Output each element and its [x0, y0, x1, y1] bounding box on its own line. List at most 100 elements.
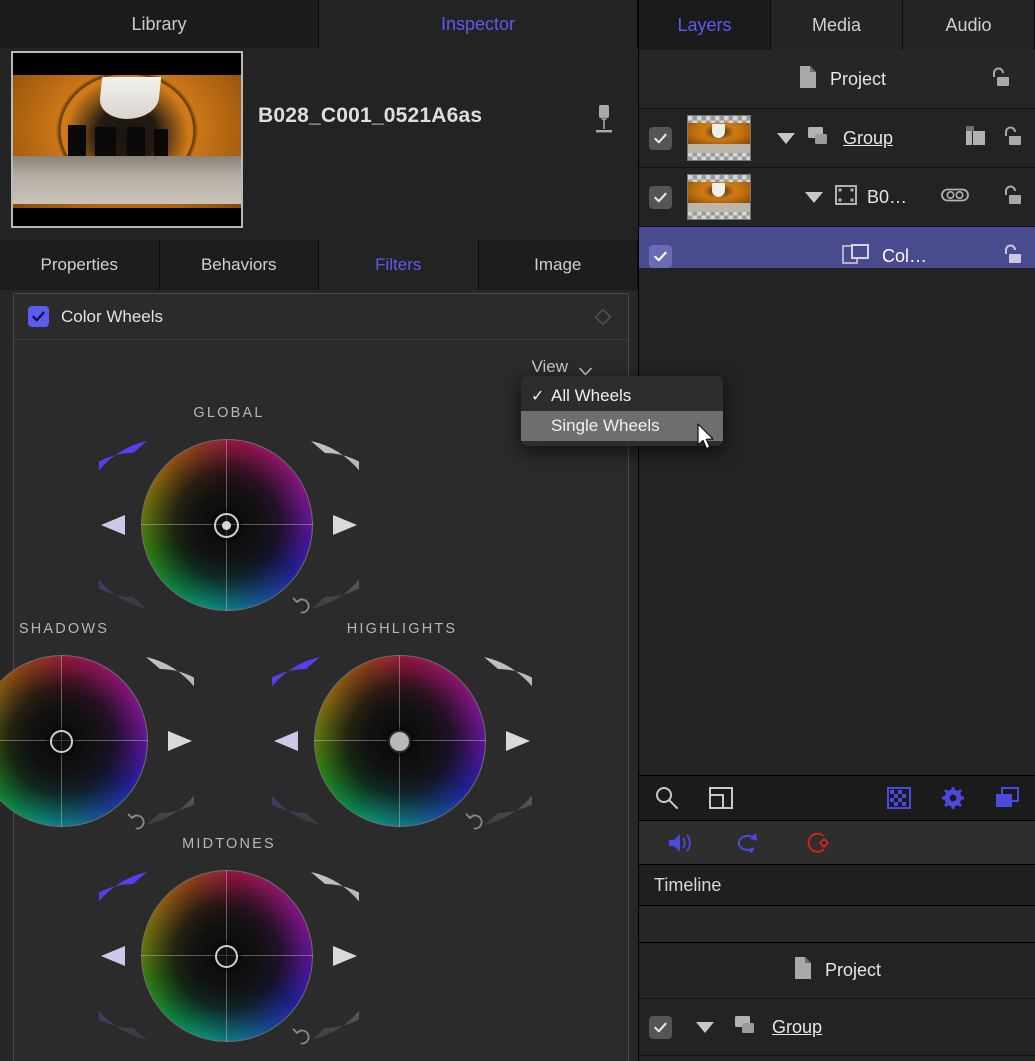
- layer-row-filter-label[interactable]: Col…: [882, 246, 927, 267]
- checkmark-icon: ✓: [531, 386, 551, 406]
- layer-row-group-label[interactable]: Group: [843, 128, 893, 149]
- tab-behaviors-label: Behaviors: [201, 255, 277, 275]
- tab-layers-label: Layers: [677, 15, 731, 36]
- diamond-keyframe-icon[interactable]: [594, 308, 612, 326]
- color-wheel-shadows-label: SHADOWS: [19, 621, 109, 637]
- color-wheel-midtones[interactable]: MIDTONES: [99, 836, 359, 1046]
- color-puck-highlights[interactable]: [388, 730, 411, 753]
- timeline-ruler-area[interactable]: [639, 906, 1035, 943]
- link-icon[interactable]: [941, 187, 969, 208]
- unlock-icon[interactable]: [999, 183, 1023, 212]
- color-wheel-global-label: GLOBAL: [193, 405, 264, 421]
- pin-icon[interactable]: [590, 102, 618, 136]
- reset-arrow-icon[interactable]: [291, 1024, 313, 1046]
- layer-list: Project Group: [639, 50, 1035, 286]
- view-dropdown-menu[interactable]: ✓ All Wheels Single Wheels: [521, 376, 723, 446]
- film-icon: [835, 184, 857, 211]
- layer-row-project[interactable]: Project: [639, 50, 1035, 109]
- record-shape-icon[interactable]: [803, 829, 831, 857]
- layers-toolbar-secondary: [639, 821, 1035, 865]
- tab-image-label: Image: [534, 255, 581, 275]
- search-icon[interactable]: [653, 784, 681, 812]
- menu-item-all-wheels-label: All Wheels: [551, 386, 631, 406]
- layer-visibility-checkbox[interactable]: [649, 186, 672, 209]
- tab-behaviors[interactable]: Behaviors: [160, 240, 320, 290]
- unlock-icon[interactable]: [987, 65, 1011, 94]
- color-wheel-highlights[interactable]: HIGHLIGHTS: [272, 621, 532, 831]
- tab-library[interactable]: Library: [0, 0, 319, 48]
- tab-properties[interactable]: Properties: [0, 240, 160, 290]
- timeline-row-project-label: Project: [825, 960, 881, 981]
- timeline-visibility-checkbox[interactable]: [649, 1016, 672, 1039]
- clip-title: B028_C001_0521A6as: [258, 104, 482, 128]
- disclosure-triangle-icon[interactable]: [777, 133, 795, 144]
- inspector-sub-tabs: Properties Behaviors Filters Image: [0, 240, 638, 290]
- inspector-top-tabs: Library Inspector: [0, 0, 638, 48]
- filter-name: Color Wheels: [61, 307, 163, 327]
- mask-icon[interactable]: [965, 125, 987, 152]
- layer-row-clip-label[interactable]: B0…: [867, 187, 907, 208]
- layer-visibility-checkbox[interactable]: [649, 245, 672, 268]
- filter-icon: [842, 242, 872, 271]
- menu-item-all-wheels[interactable]: ✓ All Wheels: [521, 381, 723, 411]
- timeline-row-group-label[interactable]: Group: [772, 1017, 822, 1038]
- timeline-row-group[interactable]: Group: [639, 1000, 1035, 1056]
- color-puck-midtones[interactable]: [215, 945, 238, 968]
- layers-panel-tabs: Layers Media Audio: [639, 0, 1035, 50]
- timeline-header: Timeline: [639, 865, 1035, 906]
- frame-icon[interactable]: [707, 784, 735, 812]
- layer-row-project-label: Project: [830, 69, 886, 90]
- timeline-row-project[interactable]: Project: [639, 943, 1035, 999]
- tab-inspector-label: Inspector: [441, 14, 515, 35]
- disclosure-triangle-icon[interactable]: [696, 1022, 714, 1033]
- filter-enable-checkbox[interactable]: [28, 306, 49, 327]
- checkerboard-icon[interactable]: [885, 784, 913, 812]
- loop-icon[interactable]: [735, 829, 763, 857]
- color-puck-shadows[interactable]: [50, 730, 73, 753]
- tab-properties-label: Properties: [41, 255, 118, 275]
- layer-row-clip[interactable]: B0…: [639, 168, 1035, 227]
- reset-arrow-icon[interactable]: [464, 809, 486, 831]
- motion-app-window: Library Inspector B028_C001_0521A6as: [0, 0, 1035, 1061]
- layer-thumbnail: [687, 174, 751, 220]
- thumbnail-image: [13, 53, 241, 226]
- gear-icon[interactable]: [939, 784, 967, 812]
- tab-media[interactable]: Media: [771, 0, 903, 50]
- filter-header: Color Wheels: [14, 294, 628, 340]
- tab-filters[interactable]: Filters: [319, 240, 479, 290]
- menu-item-single-wheels-label: Single Wheels: [551, 416, 660, 436]
- tab-library-label: Library: [131, 14, 186, 35]
- inspector-panel: Library Inspector B028_C001_0521A6as: [0, 0, 638, 1061]
- disclosure-triangle-icon[interactable]: [805, 192, 823, 203]
- clip-thumbnail[interactable]: [11, 51, 243, 228]
- view-dropdown-label: View: [531, 357, 568, 377]
- color-puck-global[interactable]: [214, 513, 239, 538]
- group-icon: [807, 125, 831, 152]
- unlock-icon[interactable]: [999, 242, 1023, 271]
- layer-visibility-checkbox[interactable]: [649, 127, 672, 150]
- menu-item-single-wheels[interactable]: Single Wheels: [521, 411, 723, 441]
- layers-icon[interactable]: [993, 784, 1021, 812]
- chevron-down-icon: [579, 363, 592, 372]
- color-wheel-shadows[interactable]: SHADOWS: [0, 621, 194, 831]
- tab-layers[interactable]: Layers: [639, 0, 771, 50]
- tab-inspector[interactable]: Inspector: [319, 0, 638, 48]
- document-icon: [793, 956, 813, 985]
- tab-filters-label: Filters: [375, 255, 421, 275]
- unlock-icon[interactable]: [999, 124, 1023, 153]
- document-icon: [798, 65, 818, 94]
- color-wheel-global[interactable]: GLOBAL: [99, 405, 359, 615]
- speaker-icon[interactable]: [667, 829, 695, 857]
- color-wheel-highlights-label: HIGHLIGHTS: [347, 621, 458, 637]
- layer-row-group[interactable]: Group: [639, 109, 1035, 168]
- reset-arrow-icon[interactable]: [291, 593, 313, 615]
- tab-audio[interactable]: Audio: [903, 0, 1035, 50]
- color-wheel-midtones-label: MIDTONES: [182, 836, 276, 852]
- reset-arrow-icon[interactable]: [126, 809, 148, 831]
- tab-media-label: Media: [812, 15, 861, 36]
- crosshair-horizontal: [0, 740, 148, 741]
- tab-image[interactable]: Image: [479, 240, 639, 290]
- group-icon: [734, 1014, 758, 1041]
- view-dropdown-button[interactable]: View: [531, 357, 592, 377]
- timeline-title: Timeline: [654, 875, 721, 896]
